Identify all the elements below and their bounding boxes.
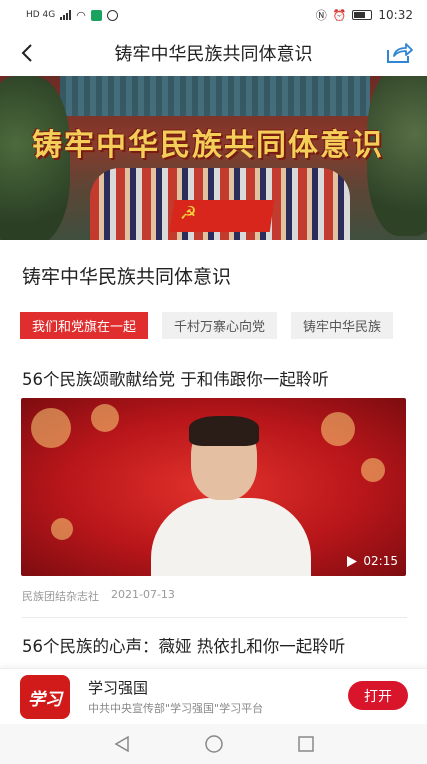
nav-recents-button[interactable] [296,734,316,754]
share-icon [387,43,413,63]
triangle-back-icon [114,735,129,753]
circle-home-icon [204,735,223,753]
status-right: Ⓝ ⏰ 10:32 [316,7,413,23]
bokeh-light [31,408,71,448]
article-title[interactable]: 56个民族的心声：薇娅 热依扎和你一起聆听 [22,634,414,668]
tab-forge-national-unity[interactable]: 铸牢中华民族 [291,312,394,339]
article-date: 2021-07-13 [111,588,175,601]
back-button[interactable] [12,38,42,68]
banner-overlay-text: 铸牢中华民族共同体意识 [32,128,384,163]
battery-icon [352,10,373,20]
banner-roof [60,76,370,116]
article-source: 民族团结杂志社 [22,590,99,603]
app-description: 中共中央宣传部"学习强国"学习平台 [88,702,264,715]
video-duration: 02:15 [347,554,398,568]
signal-icon [60,10,72,20]
open-app-button[interactable]: 打开 [348,681,408,710]
speaker-body [151,498,311,576]
tab-we-and-party-flag[interactable]: 我们和党旗在一起 [20,312,149,339]
bokeh-light [91,404,119,432]
notification-icon [90,9,102,21]
nav-back-button[interactable] [112,734,132,754]
bokeh-light [361,458,385,482]
status-bar: HD 4G ◠ Ⓝ ⏰ 10:32 [0,0,427,30]
speaker-figure [151,416,311,576]
app-logo: 学习 [20,675,70,719]
alarm-icon: ⏰ [332,8,347,22]
bokeh-light [51,518,73,540]
duration-text: 02:15 [363,554,398,568]
divider [22,617,407,618]
article-meta: 民族团结杂志社 2021-07-13 [22,588,175,604]
article-title[interactable]: 56个民族颂歌献给党 于和伟跟你一起聆听 [22,366,329,390]
video-thumbnail[interactable]: 02:15 [21,398,406,576]
back-arrow-icon [21,44,32,62]
banner-flag [169,200,275,232]
topic-title: 铸牢中华民族共同体意识 [22,266,232,288]
topic-banner-image: 铸牢中华民族共同体意识 [0,76,427,240]
bokeh-light [321,412,355,446]
play-icon [347,555,358,567]
wifi-icon: ◠ [76,8,86,22]
status-left: HD 4G ◠ [26,9,118,22]
square-recents-icon [297,736,314,752]
nav-home-button[interactable] [204,734,224,754]
nfc-icon: Ⓝ [315,9,327,22]
app-promo-bar: 学习 学习强国 中共中央宣传部"学习强国"学习平台 打开 [0,668,427,724]
app-name: 学习强国 [88,679,149,697]
network-type: HD 4G [26,10,56,20]
speaker-hair [189,416,259,446]
share-button[interactable] [383,38,415,68]
status-time: 10:32 [378,8,413,22]
nav-bar: 铸牢中华民族共同体意识 [0,30,427,76]
eye-icon [106,9,118,21]
topic-tabs: 我们和党旗在一起 千村万寨心向党 铸牢中华民族 [20,312,427,339]
tab-villages-toward-party[interactable]: 千村万寨心向党 [162,312,278,339]
system-nav-bar [0,724,427,764]
nav-title: 铸牢中华民族共同体意识 [114,44,313,65]
